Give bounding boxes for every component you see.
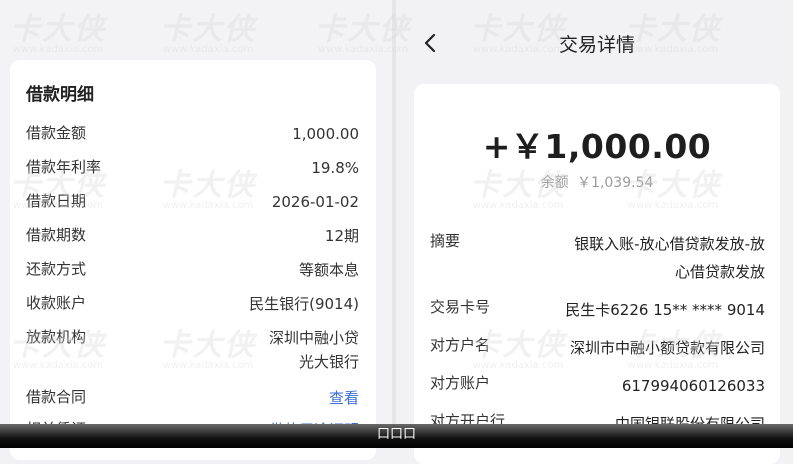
transaction-detail-card: +￥1,000.00 余额 ￥1,039.54 摘要 银联入账-放心借贷款发放-… — [414, 84, 780, 464]
row-summary: 摘要 银联入账-放心借贷款发放-放 心借贷款发放 — [430, 230, 765, 288]
row-label: 借款年利率 — [26, 158, 102, 176]
row-label: 收款账户 — [26, 294, 87, 312]
row-value-line: 光大银行 — [298, 353, 359, 371]
row-value: 等额本息 — [298, 261, 359, 279]
balance-value: ￥1,039.54 — [577, 175, 654, 191]
view-contract-link[interactable]: 查看 — [329, 386, 359, 410]
row-label: 对方账户 — [430, 374, 491, 392]
section-title: 借款明细 — [26, 85, 94, 105]
bottom-bar: 口口口 — [0, 424, 793, 448]
row-label: 摘要 — [430, 232, 461, 250]
transaction-amount: +￥1,000.00 — [482, 127, 712, 166]
balance-label: 余额 — [540, 175, 569, 191]
chevron-left-icon — [424, 33, 436, 53]
row-label: 借款期数 — [26, 226, 87, 244]
row-value: 617994060126033 — [621, 377, 765, 395]
row-value: 1,000.00 — [292, 125, 359, 143]
row-value-line: 心借贷款发放 — [674, 263, 765, 281]
row-label: 还款方式 — [26, 260, 87, 278]
row-label: 对方户名 — [430, 336, 491, 354]
back-button[interactable] — [420, 28, 440, 58]
row-label: 借款日期 — [26, 192, 87, 210]
row-label: 借款合同 — [26, 388, 87, 406]
row-label: 放款机构 — [26, 328, 87, 346]
row-label: 借款金额 — [26, 124, 87, 142]
row-value: 深圳中融小贷 光大银行 — [269, 326, 359, 374]
row-value: 银联入账-放心借贷款发放-放 心借贷款发放 — [574, 230, 765, 286]
bottom-bar-text: 口口口 — [376, 427, 416, 442]
row-value: 19.8% — [311, 159, 359, 177]
row-value: 民生卡6226 15** **** 9014 — [565, 301, 765, 319]
row-label: 交易卡号 — [430, 298, 491, 316]
row-lending-institution: 放款机构 深圳中融小贷 光大银行 — [26, 326, 359, 376]
row-value: 深圳市中融小额贷款有限公司 — [569, 339, 765, 357]
row-value: 民生银行(9014) — [249, 295, 359, 313]
balance: 余额 ￥1,039.54 — [414, 172, 780, 192]
page-title: 交易详情 — [558, 34, 635, 56]
row-value: 2026-01-02 — [271, 193, 359, 211]
row-value-line: 银联入账-放心借贷款发放-放 — [574, 235, 765, 253]
row-value-line: 深圳中融小贷 — [268, 329, 359, 347]
loan-detail-card: 借款明细 借款金额 1,000.00 借款年利率 19.8% 借款日期 2026… — [10, 60, 376, 460]
row-value: 12期 — [324, 227, 359, 245]
